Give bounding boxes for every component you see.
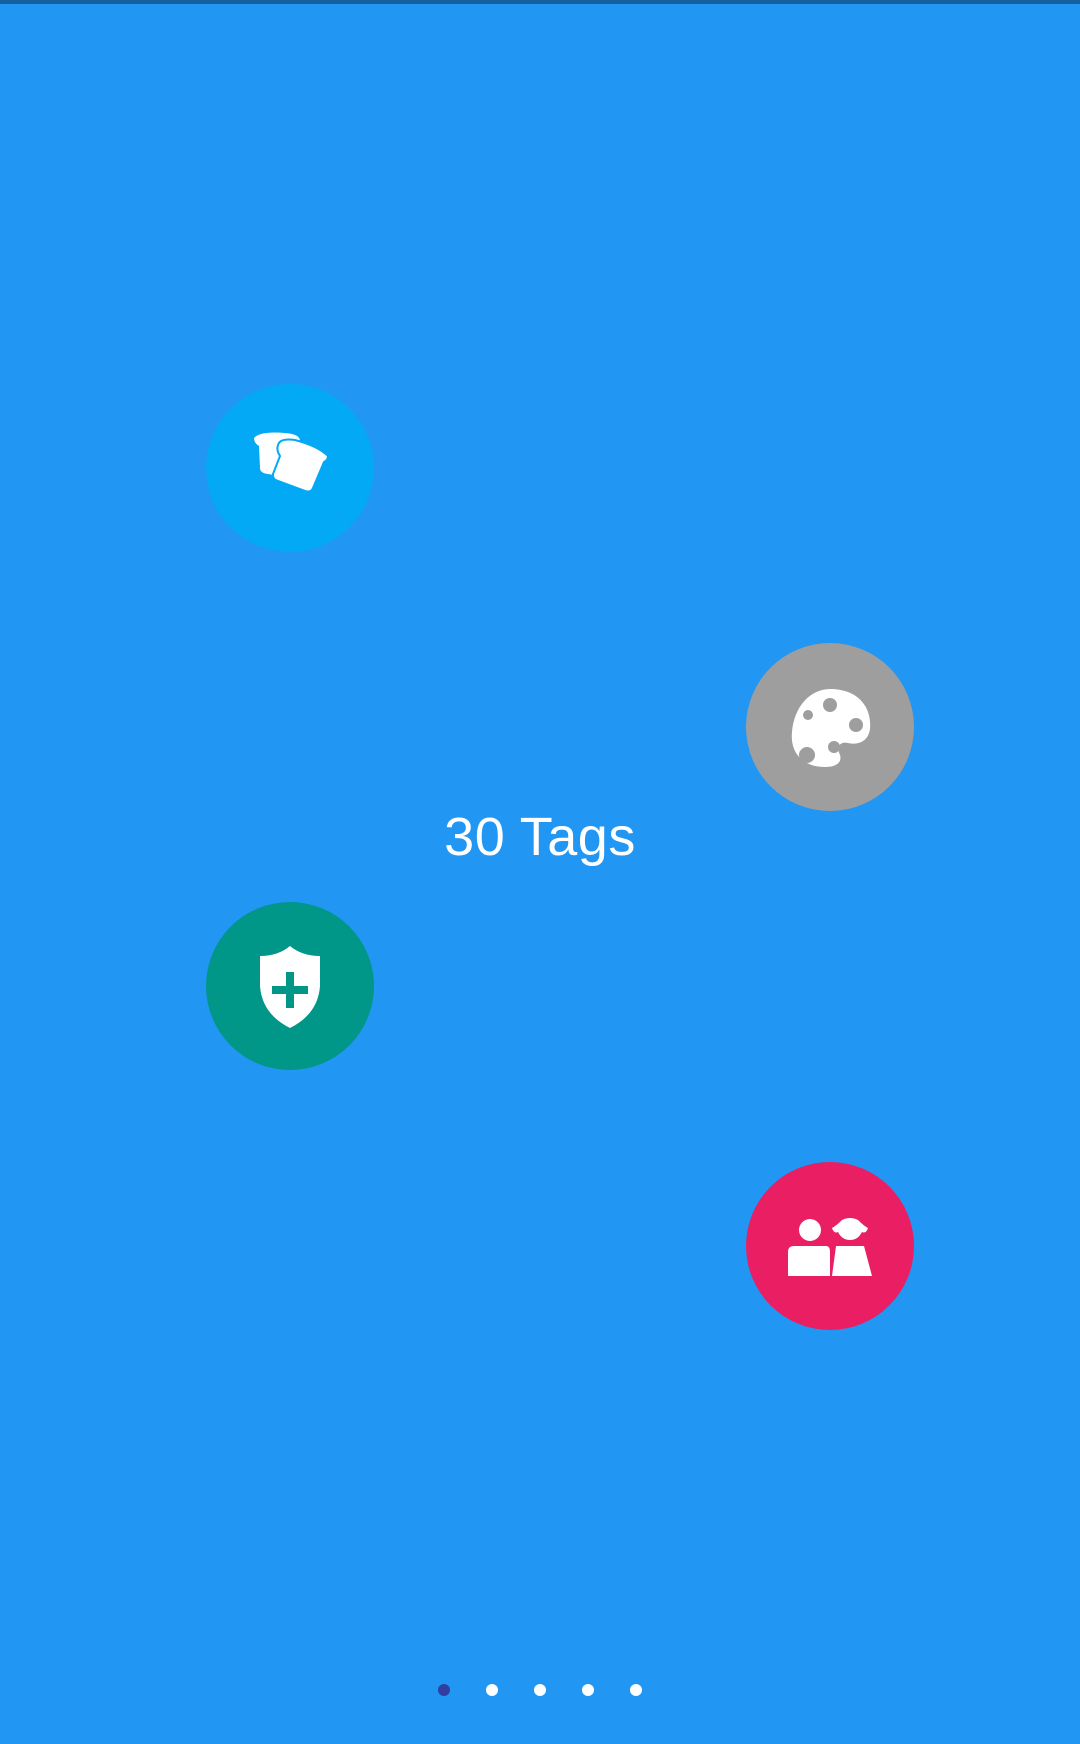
bread-icon — [254, 432, 330, 493]
page-dot-2[interactable] — [486, 1684, 498, 1696]
page-dot-3[interactable] — [534, 1684, 546, 1696]
tag-bread[interactable] — [206, 384, 374, 552]
page-dot-5[interactable] — [630, 1684, 642, 1696]
page-dot-4[interactable] — [582, 1684, 594, 1696]
palette-icon — [791, 689, 871, 767]
family-icon — [788, 1218, 872, 1276]
tag-health[interactable] — [206, 902, 374, 1070]
status-bar-edge — [0, 0, 1080, 4]
tag-family[interactable] — [746, 1162, 914, 1330]
page-indicator — [438, 1684, 642, 1696]
page-dot-1[interactable] — [438, 1684, 450, 1696]
health-shield-icon — [260, 946, 320, 1028]
tag-art[interactable] — [746, 643, 914, 811]
tags-count-title: 30 Tags — [444, 807, 636, 867]
